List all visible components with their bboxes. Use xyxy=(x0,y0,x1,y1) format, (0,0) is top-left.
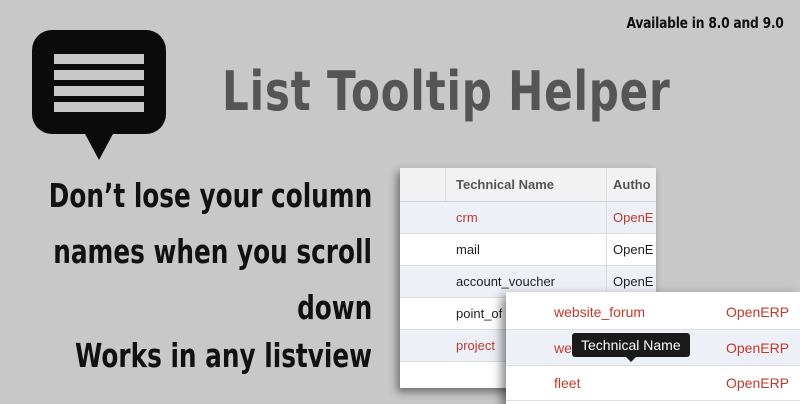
tagline-line-3: down xyxy=(296,288,372,327)
header-author[interactable]: Autho xyxy=(606,168,656,201)
header-select-column[interactable] xyxy=(400,168,446,201)
table-row[interactable]: fleet OpenERP xyxy=(506,365,800,401)
table-header-row: Technical Name Autho xyxy=(400,168,656,202)
module-author: OpenERP xyxy=(726,374,790,391)
column-name-tooltip: Technical Name xyxy=(572,333,690,362)
module-author: OpenERP xyxy=(726,303,790,320)
table-row[interactable]: mail OpenE xyxy=(400,234,656,266)
module-name: fleet xyxy=(554,374,581,391)
table-row[interactable]: website_forum OpenERP xyxy=(506,294,800,330)
module-author: OpenERP xyxy=(726,339,790,356)
table-row[interactable]: crm OpenE xyxy=(400,202,656,234)
module-name: website_forum xyxy=(554,303,646,320)
banner: Available in 8.0 and 9.0 List Tooltip He… xyxy=(0,0,800,404)
module-name: crm xyxy=(456,210,478,225)
availability-note: Available in 8.0 and 9.0 xyxy=(626,14,784,32)
tagline-line-4: Works in any listview xyxy=(74,336,372,375)
module-name: mail xyxy=(456,242,480,257)
module-author: OpenE xyxy=(606,202,656,233)
banner-title: List Tooltip Helper xyxy=(222,60,671,123)
tagline-line-2: names when you scroll xyxy=(53,232,372,271)
module-author: OpenE xyxy=(606,234,656,265)
header-technical-name[interactable]: Technical Name xyxy=(446,168,606,201)
speech-bubble-list-icon xyxy=(32,30,166,160)
tagline-line-1: Don’t lose your column xyxy=(48,176,372,215)
